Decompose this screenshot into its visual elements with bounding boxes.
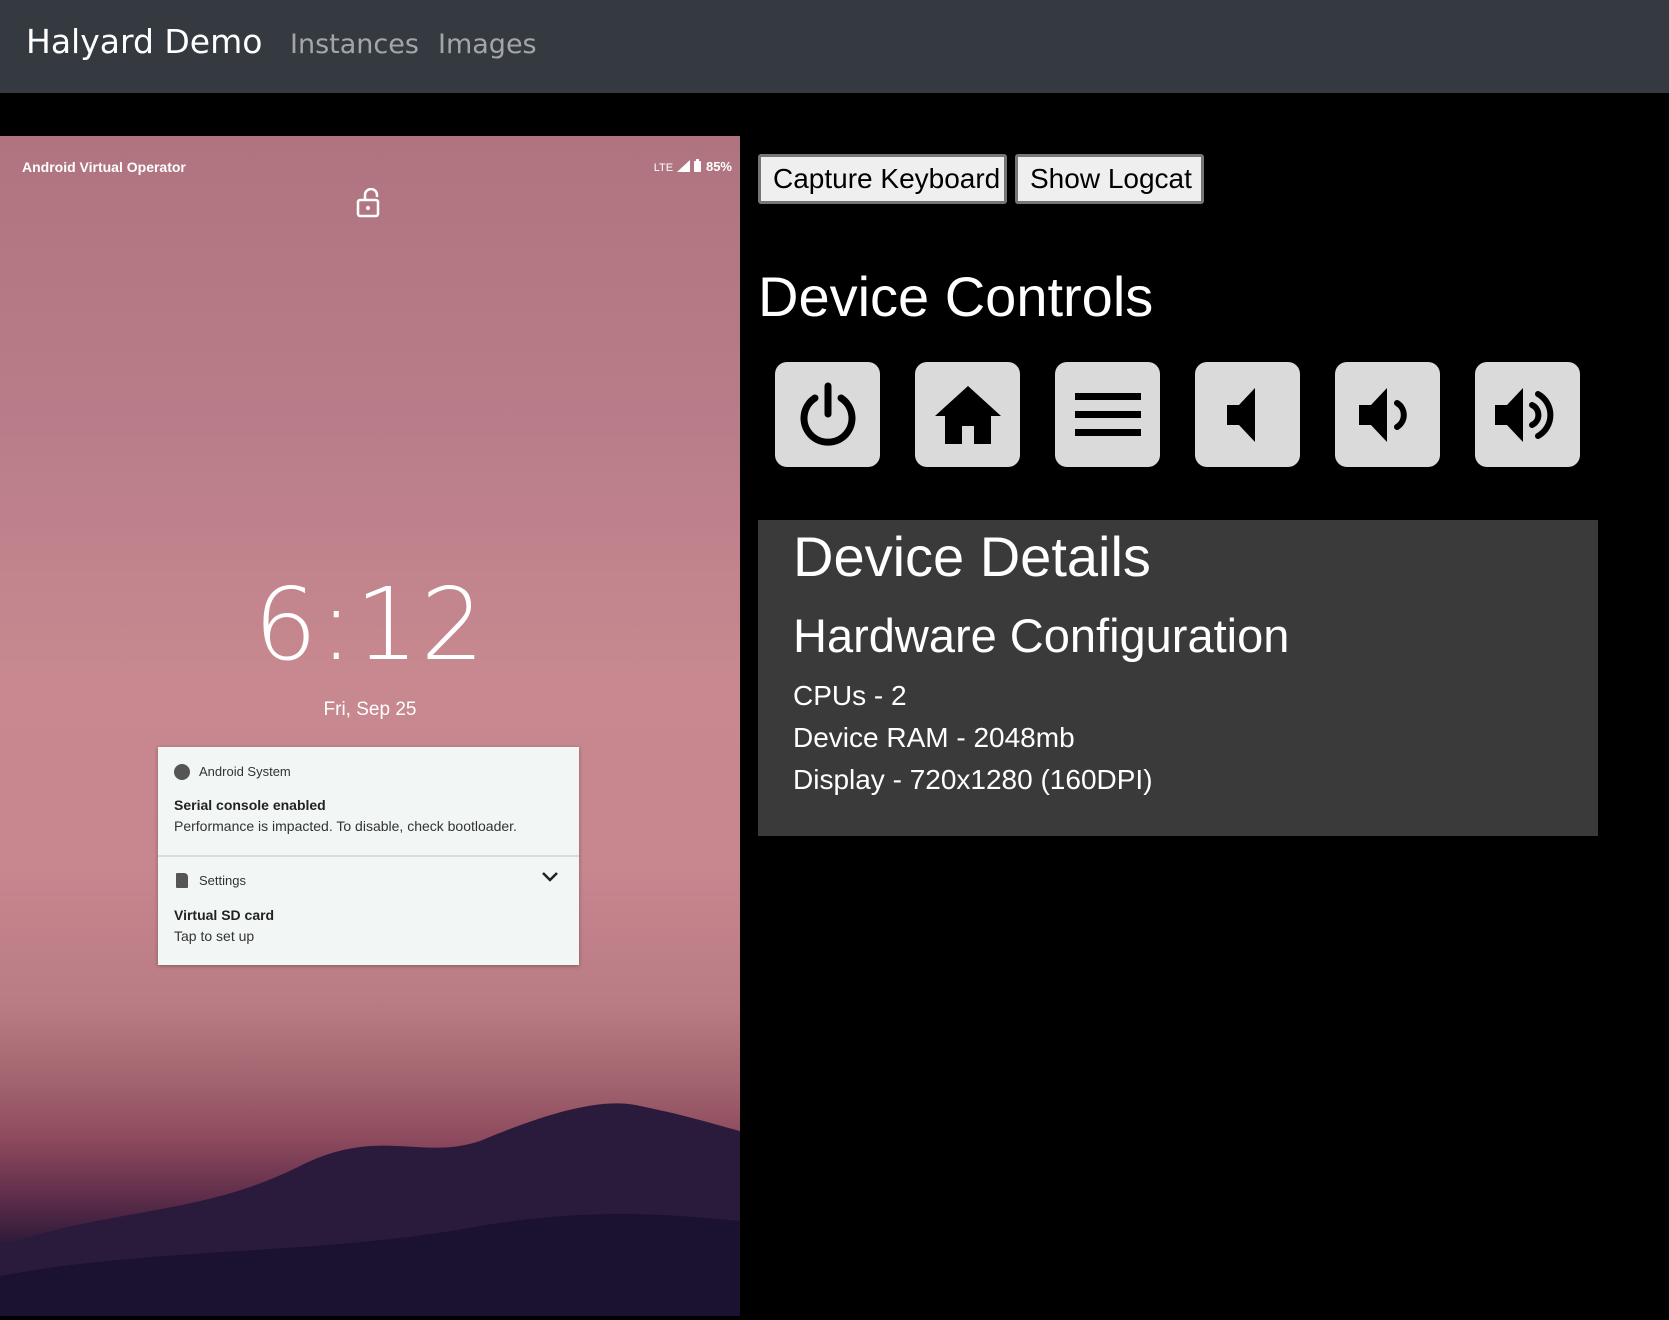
mountain-silhouette <box>0 1103 740 1316</box>
volume-mute-button[interactable] <box>1195 362 1300 467</box>
notification-text: Performance is impacted. To disable, che… <box>174 818 517 834</box>
nav-link-images[interactable]: Images <box>438 29 537 60</box>
volume-down-button[interactable] <box>1335 362 1440 467</box>
brand-link[interactable]: Halyard Demo <box>26 22 262 61</box>
power-icon <box>800 382 855 446</box>
device-details-heading: Device Details <box>793 525 1151 588</box>
spec-ram: Device RAM - 2048mb <box>793 722 1075 753</box>
unlock-icon <box>356 188 380 218</box>
chevron-down-icon[interactable] <box>541 871 559 883</box>
home-button[interactable] <box>915 362 1020 467</box>
volume-up-button[interactable] <box>1475 362 1580 467</box>
menu-icon <box>1074 392 1141 436</box>
notification-panel[interactable]: Android System Serial console enabled Pe… <box>158 747 579 965</box>
notification-divider <box>158 855 579 857</box>
nav-link-instances[interactable]: Instances <box>290 29 419 60</box>
menu-button[interactable] <box>1055 362 1160 467</box>
notification-text: Tap to set up <box>174 928 255 944</box>
android-system-icon <box>174 764 190 780</box>
spec-display: Display - 720x1280 (160DPI) <box>793 764 1153 795</box>
lockscreen-clock: 6:12 <box>253 566 487 683</box>
show-logcat-button[interactable]: Show Logcat <box>1015 154 1204 204</box>
device-controls-heading: Device Controls <box>758 265 1154 328</box>
notification-app-name: Settings <box>199 873 246 888</box>
volume-up-icon <box>1494 387 1553 442</box>
battery-icon <box>694 159 702 172</box>
volume-down-icon <box>1358 387 1407 442</box>
device-screen[interactable]: Android Virtual Operator LTE 85% 6:12 Fr… <box>0 136 740 1316</box>
lockscreen-date: Fri, Sep 25 <box>323 699 417 720</box>
sd-card-icon <box>176 873 188 888</box>
notification-title: Virtual SD card <box>174 907 275 923</box>
notification-title: Serial console enabled <box>174 797 326 813</box>
hardware-config-heading: Hardware Configuration <box>793 609 1290 662</box>
notification-app-name: Android System <box>199 764 291 779</box>
status-icons: LTE 85% <box>654 159 732 174</box>
spec-cpus: CPUs - 2 <box>793 680 907 711</box>
power-button[interactable] <box>775 362 880 467</box>
home-icon <box>934 385 1001 444</box>
network-label: LTE <box>653 162 674 174</box>
volume-mute-icon <box>1226 387 1255 442</box>
device-details-panel: Device Details Hardware Configuration CP… <box>758 520 1598 836</box>
capture-keyboard-button[interactable]: Capture Keyboard <box>758 154 1007 204</box>
operator-label: Android Virtual Operator <box>22 159 186 175</box>
signal-icon <box>676 160 690 172</box>
top-navbar: Halyard Demo Instances Images <box>0 0 1669 93</box>
battery-level: 85% <box>705 159 732 174</box>
